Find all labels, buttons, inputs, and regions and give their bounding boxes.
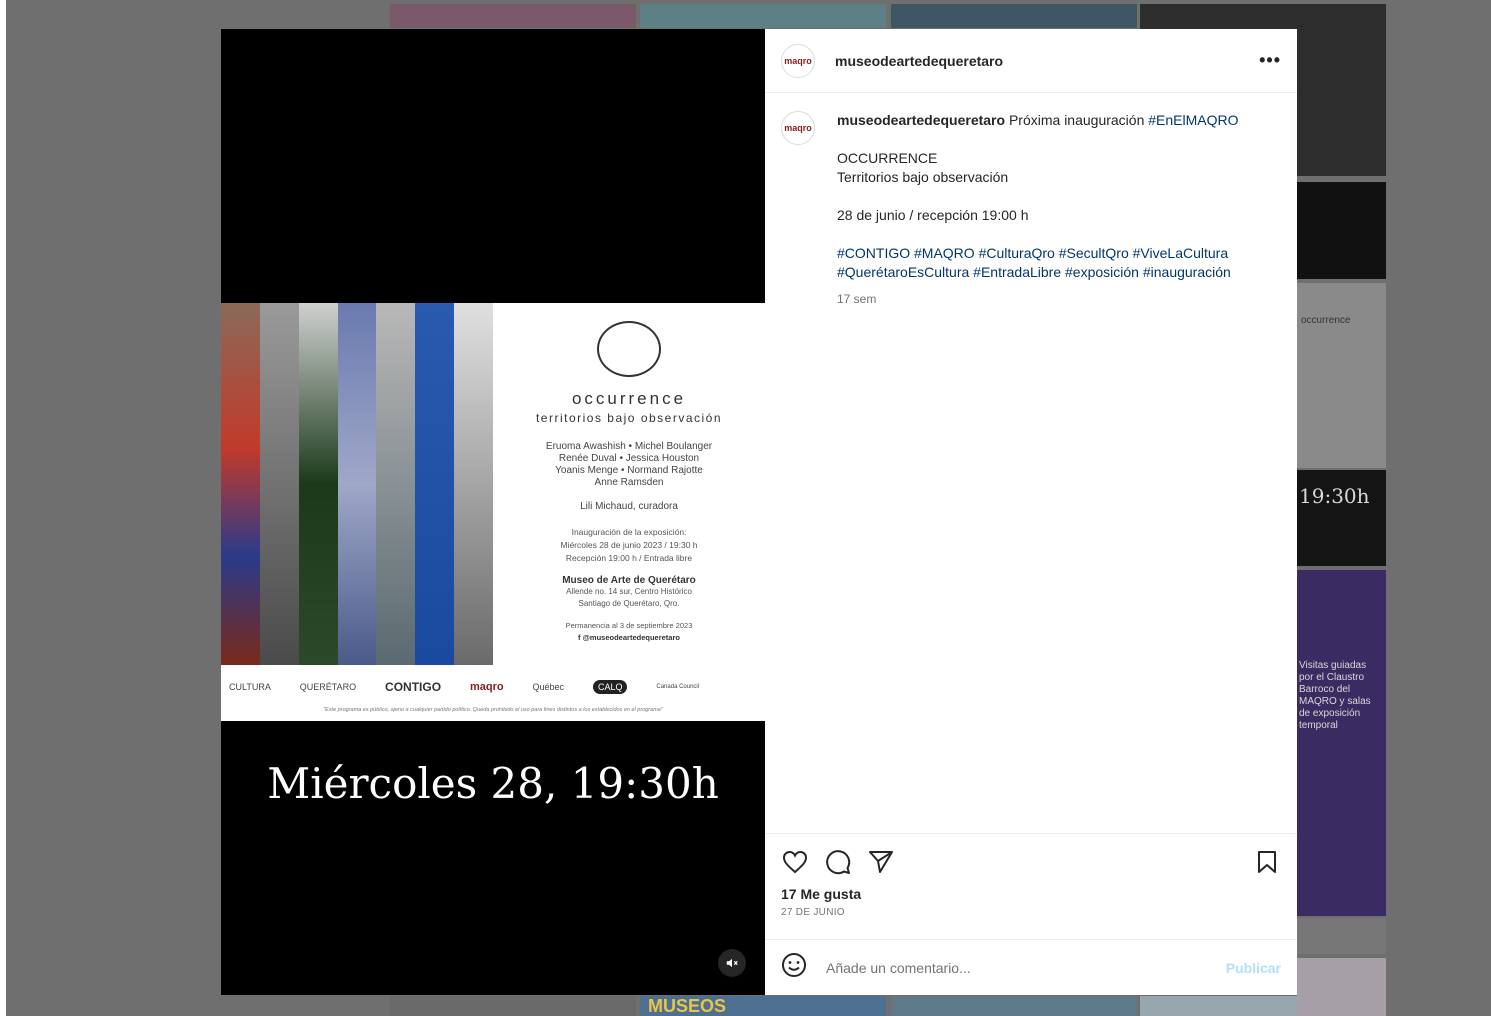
background-fragment-text: occurrence	[1301, 315, 1351, 326]
comment-input[interactable]	[824, 958, 1226, 977]
like-count[interactable]: 17 Me gusta	[781, 886, 1281, 902]
background-post-thumbnail	[1297, 182, 1386, 279]
background-fragment-text: Visitas guiadas por el Claustro Barroco …	[1299, 660, 1371, 731]
poster-disclaimer: "Este programa es público, ajeno a cualq…	[323, 707, 663, 713]
sponsor-logo: QUERÉTARO	[299, 682, 357, 692]
comments-area: maqro museodeartedequeretaro Próxima ina…	[765, 93, 1297, 833]
caption-username-link[interactable]: museodeartedequeretaro	[837, 112, 1005, 128]
share-button[interactable]	[867, 848, 895, 876]
poster-artist-line: Eruoma Awashish • Michel Boulanger	[545, 441, 713, 452]
caption-subtitle: Territorios bajo observación	[837, 169, 1009, 185]
background-post-thumbnail	[1140, 996, 1297, 1016]
poster-social-handle: f @museodeartedequeretaro	[578, 633, 680, 642]
avatar[interactable]: maqro	[781, 43, 815, 78]
artwork-strip	[454, 303, 494, 665]
sponsor-logo: CALQ	[592, 680, 628, 694]
background-fragment-text: 19:30h	[1299, 484, 1370, 508]
background-fragment-text: MUSEOS	[648, 996, 727, 1016]
poster-artist-line: Renée Duval • Jessica Houston	[558, 453, 700, 464]
exhibition-poster: occurrence territorios bajo observación …	[221, 303, 765, 721]
poster-title: occurrence	[571, 389, 687, 408]
caption-intro: Próxima inauguración	[1008, 112, 1145, 128]
post-date[interactable]: 27 DE JUNIO	[781, 907, 1281, 918]
poster-address-line: Allende no. 14 sur, Centro Histórico	[566, 587, 692, 596]
username-link[interactable]: museodeartedequeretaro	[835, 53, 1003, 69]
emoji-button[interactable]	[781, 952, 807, 983]
poster-inaug-label: Inauguración de la exposición:	[571, 527, 687, 537]
poster-inaug-date: Miércoles 28 de junio 2023 / 19:30 h	[560, 540, 698, 550]
poster-artist-line: Anne Ramsden	[594, 477, 664, 488]
caption-title: OCCURRENCE	[837, 150, 938, 166]
background-post-thumbnail: occurrence	[1297, 283, 1386, 468]
speaker-muted-icon	[726, 958, 738, 968]
background-post-thumbnail	[1297, 918, 1386, 954]
poster-permanence: Permanencia al 3 de septiembre 2023 f @m…	[501, 620, 757, 644]
sponsor-logo: Canada Council	[656, 684, 700, 690]
sponsor-logo: Québec	[532, 682, 565, 692]
caption-date-line: 28 de junio / recepción 19:00 h	[837, 207, 1029, 223]
poster-permanence-date: Permanencia al 3 de septiembre 2023	[565, 621, 693, 630]
post-caption: museodeartedequeretaro Próxima inaugurac…	[837, 111, 1277, 815]
bookmark-icon	[1258, 851, 1276, 873]
comment-button[interactable]	[824, 848, 852, 876]
background-post-thumbnail	[640, 4, 886, 28]
poster-text-block: occurrence territorios bajo observación …	[501, 321, 757, 644]
artwork-strip	[221, 303, 260, 665]
poster-museum-name: Museo de Arte de Querétaro	[562, 575, 696, 586]
background-post-thumbnail: MUSEOS	[640, 996, 886, 1016]
hashtag-link[interactable]: #EnElMAQRO	[1148, 112, 1238, 128]
artwork-strip	[376, 303, 416, 665]
heart-icon	[782, 850, 808, 874]
poster-subtitle: territorios bajo observación	[535, 411, 723, 425]
background-post-thumbnail: Visitas guiadas por el Claustro Barroco …	[1297, 570, 1386, 916]
post-sidebar: maqro museodeartedequeretaro ••• maqro m…	[765, 29, 1297, 995]
sponsor-logos: CULTURA QUERÉTARO CONTIGO maqro Québec C…	[229, 675, 757, 699]
hashtag-line[interactable]: #CONTIGO #MAQRO #CulturaQro #SecultQro #…	[837, 244, 1277, 263]
poster-artists: Eruoma Awashish • Michel Boulanger Renée…	[501, 441, 757, 489]
post-video[interactable]: occurrence territorios bajo observación …	[221, 29, 765, 995]
mute-button[interactable]	[718, 949, 746, 977]
poster-reception: Recepción 19:00 h / Entrada libre	[565, 553, 693, 563]
post-modal: occurrence territorios bajo observación …	[221, 29, 1297, 995]
avatar[interactable]: maqro	[781, 111, 815, 145]
comment-form: Publicar	[765, 939, 1297, 995]
smiley-icon	[782, 953, 806, 977]
hashtag-line[interactable]: #QuerétaroEsCultura #EntradaLibre #expos…	[837, 263, 1277, 282]
background-post-thumbnail	[1297, 958, 1386, 1016]
background-post-thumbnail	[891, 996, 1137, 1016]
artwork-strip	[337, 303, 377, 665]
like-button[interactable]	[781, 848, 809, 876]
poster-curator: Lili Michaud, curadora	[580, 501, 678, 512]
poster-inauguration: Inauguración de la exposición: Miércoles…	[501, 526, 757, 565]
circle-logo-icon	[597, 321, 661, 377]
sponsor-logo: CONTIGO	[385, 680, 442, 694]
artwork-strips	[221, 303, 494, 665]
poster-artist-line: Yoanis Menge • Normand Rajotte	[555, 465, 703, 476]
artwork-strip	[259, 303, 299, 665]
sponsor-logo: maqro	[469, 681, 504, 693]
background-post-thumbnail: 19:30h	[1297, 470, 1386, 566]
background-post-thumbnail	[390, 996, 636, 1016]
comment-bubble-icon	[826, 850, 851, 875]
artwork-strip	[415, 303, 455, 665]
post-actions: 17 Me gusta 27 DE JUNIO	[765, 833, 1297, 939]
poster-address: Allende no. 14 sur, Centro Histórico San…	[501, 586, 757, 610]
poster-address-line: Santiago de Querétaro, Qro.	[578, 599, 680, 608]
post-header: maqro museodeartedequeretaro •••	[765, 29, 1297, 93]
artwork-strip	[298, 303, 338, 665]
caption-timestamp[interactable]: 17 sem	[837, 290, 1277, 309]
background-post-thumbnail	[390, 4, 636, 28]
publish-button[interactable]: Publicar	[1226, 960, 1281, 976]
paper-plane-icon	[869, 851, 893, 873]
save-button[interactable]	[1253, 848, 1281, 876]
more-options-button[interactable]: •••	[1259, 50, 1281, 71]
sponsor-logo: CULTURA	[229, 682, 271, 692]
video-overlay-text: Miércoles 28, 19:30h	[267, 759, 719, 808]
background-post-thumbnail	[891, 4, 1137, 28]
